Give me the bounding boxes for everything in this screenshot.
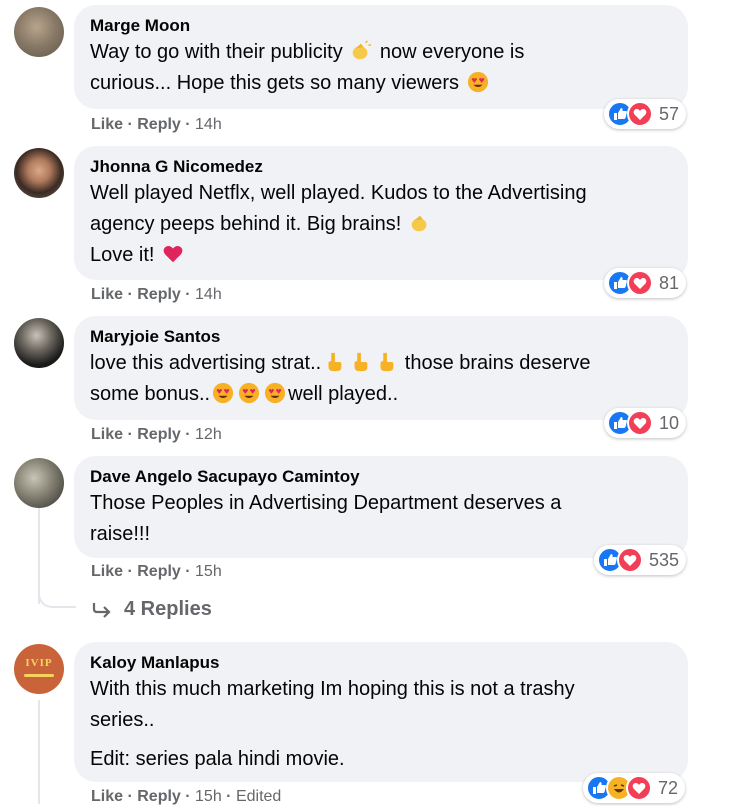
reaction-summary[interactable]: 57: [604, 99, 687, 129]
love-icon: [626, 775, 652, 801]
love-icon: [617, 547, 643, 573]
comment-author[interactable]: Marge Moon: [90, 15, 672, 37]
love-icon: [627, 410, 653, 436]
avatar[interactable]: [14, 7, 64, 57]
reaction-summary[interactable]: 81: [604, 268, 687, 298]
reaction-count: 72: [658, 777, 679, 798]
comment-actions: Like · Reply · 15h: [91, 563, 222, 580]
comment-text: Well played Netflx, well played. Kudos t…: [90, 182, 587, 266]
comment-text: Those Peoples in Advertising Department …: [90, 492, 562, 545]
comment-author[interactable]: Dave Angelo Sacupayo Camintoy: [90, 466, 672, 488]
pointing-down-icon: [380, 352, 394, 372]
comment-actions: Like · Reply · 14h: [91, 286, 222, 303]
like-link[interactable]: Like: [91, 563, 123, 580]
like-link[interactable]: Like: [91, 286, 123, 303]
reply-link[interactable]: Reply: [137, 116, 181, 133]
comment-author[interactable]: Jhonna G Nicomedez: [90, 156, 672, 178]
heart-eyes-icon: [238, 382, 260, 404]
love-icon: [627, 270, 653, 296]
avatar[interactable]: [14, 458, 64, 508]
pointing-down-icon: [328, 352, 342, 372]
reply-link[interactable]: Reply: [137, 286, 181, 303]
reply-link[interactable]: Reply: [137, 788, 181, 805]
reaction-summary[interactable]: 535: [594, 545, 687, 575]
comment-text: Way to go with their publicity now every…: [90, 40, 525, 94]
comment-time[interactable]: 14h: [195, 116, 222, 133]
clapping-hands-icon: [353, 40, 372, 60]
reaction-summary[interactable]: 10: [604, 408, 687, 438]
reaction-count: 535: [649, 549, 680, 570]
reply-link[interactable]: Reply: [137, 563, 181, 580]
edited-label[interactable]: Edited: [236, 788, 281, 805]
heart-eyes-icon: [467, 71, 488, 93]
comment-bubble: Maryjoie Santos love this advertising st…: [74, 316, 688, 420]
comment-actions: Like · Reply · 15h · Edited: [91, 788, 282, 805]
reply-link[interactable]: Reply: [137, 426, 181, 443]
heart-eyes-icon: [212, 382, 234, 404]
reaction-count: 57: [659, 103, 680, 124]
comment-actions: Like · Reply · 14h: [91, 116, 222, 133]
comment-author[interactable]: Maryjoie Santos: [90, 326, 672, 348]
avatar[interactable]: [14, 148, 64, 198]
clapping-hands-icon: [411, 215, 427, 232]
comment-text: With this much marketing Im hoping this …: [90, 678, 575, 770]
comment-actions: Like · Reply · 12h: [91, 426, 222, 443]
like-link[interactable]: Like: [91, 116, 123, 133]
comment-time[interactable]: 14h: [195, 286, 222, 303]
avatar-text: IVIP: [25, 657, 53, 669]
comment-text: love this advertising strat.. those brai…: [90, 352, 591, 405]
comment-bubble: Dave Angelo Sacupayo Camintoy Those Peop…: [74, 456, 688, 558]
comment-author[interactable]: Kaloy Manlapus: [90, 652, 672, 674]
reply-thread-line: [38, 700, 40, 804]
like-link[interactable]: Like: [91, 426, 123, 443]
reaction-summary[interactable]: 72: [583, 773, 686, 803]
comment-time[interactable]: 15h: [195, 788, 222, 805]
red-heart-icon: [163, 246, 183, 263]
comment-time[interactable]: 15h: [195, 563, 222, 580]
love-icon: [627, 101, 653, 127]
avatar[interactable]: [14, 318, 64, 368]
reaction-count: 10: [659, 412, 680, 433]
avatar[interactable]: IVIP: [14, 644, 64, 694]
comment-time[interactable]: 12h: [195, 426, 222, 443]
replies-count-label: 4 Replies: [124, 598, 212, 620]
comment-bubble: Marge Moon Way to go with their publicit…: [74, 5, 688, 109]
reply-thread-connector: [38, 586, 76, 608]
heart-eyes-icon: [264, 382, 286, 404]
view-replies-link[interactable]: 4 Replies: [92, 598, 212, 621]
reply-arrow-icon: [92, 602, 111, 618]
reaction-count: 81: [659, 272, 680, 293]
comment-bubble: Kaloy Manlapus With this much marketing …: [74, 642, 688, 782]
pointing-down-icon: [354, 352, 368, 372]
like-link[interactable]: Like: [91, 788, 123, 805]
comment-bubble: Jhonna G Nicomedez Well played Netflx, w…: [74, 146, 688, 280]
